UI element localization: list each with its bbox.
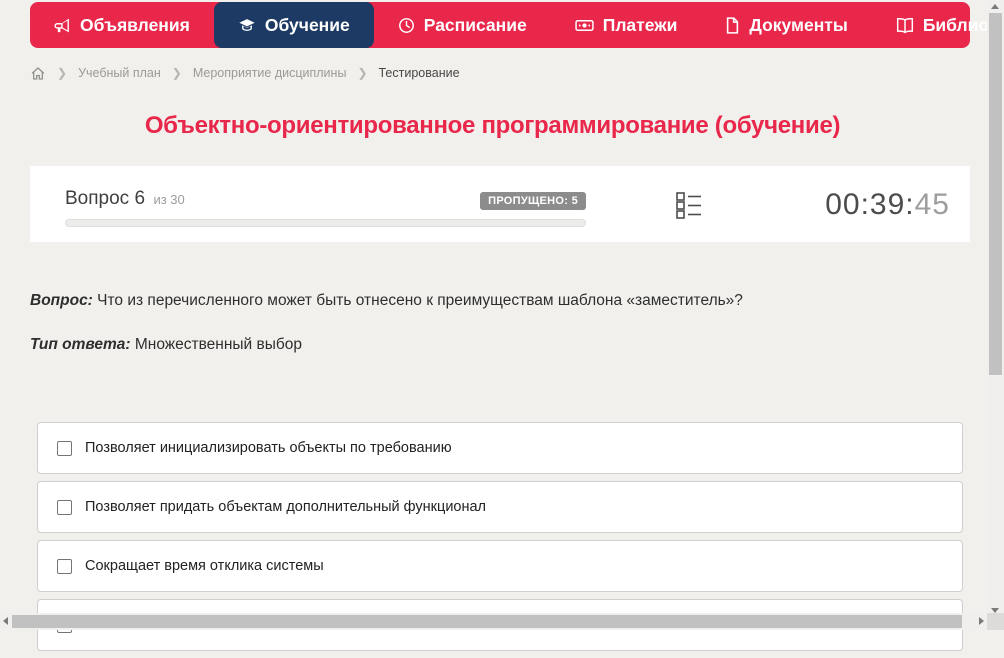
- scrollbar-corner: [987, 613, 1004, 630]
- question-list-icon: [676, 192, 701, 219]
- nav-item-payments[interactable]: Платежи: [551, 2, 702, 48]
- vertical-scrollbar[interactable]: [987, 0, 1004, 630]
- clock-icon: [398, 17, 415, 34]
- question-text: Что из перечисленного может быть отнесен…: [97, 292, 743, 309]
- timer: 00:39:45: [702, 188, 954, 222]
- breadcrumb-item-testing: Тестирование: [378, 66, 460, 80]
- document-icon: [725, 16, 740, 34]
- skipped-badge: ПРОПУЩЕНО: 5: [480, 192, 586, 210]
- timer-main: 00:39:: [825, 188, 915, 221]
- answer-checkbox[interactable]: [57, 440, 72, 456]
- breadcrumb-separator-icon: ❯: [357, 66, 368, 80]
- question-block: Вопрос: Что из перечисленного может быть…: [30, 292, 960, 310]
- breadcrumb: ❯ Учебный план ❯ Мероприятие дисциплины …: [30, 63, 460, 83]
- timer-seconds: 45: [914, 188, 950, 221]
- answer-type-value: Множественный выбор: [134, 336, 302, 353]
- answer-option-label: Позволяет придать объектам дополнительны…: [85, 499, 487, 515]
- question-prefix-label: Вопрос:: [30, 292, 93, 309]
- nav-item-label: Объявления: [80, 14, 190, 35]
- question-list-button[interactable]: [676, 190, 702, 225]
- answer-checkbox[interactable]: [57, 499, 72, 515]
- answer-option[interactable]: Сокращает время отклика системы: [37, 540, 963, 592]
- horizontal-scrollbar-thumb[interactable]: [12, 615, 962, 628]
- question-number-label: Вопрос 6: [65, 188, 146, 209]
- breadcrumb-item-discipline-event[interactable]: Мероприятие дисциплины: [193, 66, 347, 80]
- nav-item-label: Расписание: [423, 14, 527, 35]
- home-icon[interactable]: [30, 66, 46, 81]
- answer-option-label: Позволяет инициализировать объекты по тр…: [85, 440, 452, 456]
- nav-item-education[interactable]: Обучение: [213, 2, 374, 48]
- breadcrumb-separator-icon: ❯: [171, 66, 182, 80]
- scroll-left-arrow-icon[interactable]: [3, 617, 8, 625]
- scroll-right-arrow-icon[interactable]: [979, 617, 984, 625]
- question-total-label: из 30: [153, 192, 185, 207]
- page-title: Объектно-ориентированное программировани…: [144, 112, 841, 139]
- answer-type-block: Тип ответа: Множественный выбор: [30, 336, 960, 354]
- book-icon: [896, 17, 914, 34]
- breadcrumb-item-study-plan[interactable]: Учебный план: [78, 66, 161, 80]
- answer-type-label: Тип ответа:: [30, 336, 131, 353]
- main-nav: Объявления Обучение Расписание Платежи Д…: [30, 2, 1004, 48]
- nav-item-documents[interactable]: Документы: [701, 2, 871, 48]
- scroll-up-arrow-icon[interactable]: [991, 4, 999, 9]
- horizontal-scrollbar[interactable]: [0, 613, 987, 630]
- quiz-header-card: Вопрос 6 из 30 ПРОПУЩЕНО: 5 00:39:45: [30, 166, 970, 242]
- breadcrumb-separator-icon: ❯: [57, 66, 68, 80]
- question-number: Вопрос 6 из 30: [65, 188, 185, 210]
- nav-item-label: Платежи: [602, 14, 678, 35]
- payments-icon: [575, 17, 594, 34]
- nav-item-label: Документы: [749, 14, 848, 35]
- question-progress-bar: [65, 219, 586, 227]
- nav-item-label: Обучение: [264, 14, 350, 35]
- megaphone-icon: [54, 17, 71, 34]
- nav-item-announcements[interactable]: Объявления: [30, 2, 214, 48]
- answer-option-label: Сокращает время отклика системы: [85, 558, 324, 574]
- vertical-scrollbar-thumb[interactable]: [989, 13, 1002, 375]
- nav-item-schedule[interactable]: Расписание: [374, 2, 551, 48]
- question-progress-column: Вопрос 6 из 30 ПРОПУЩЕНО: 5: [65, 186, 586, 227]
- answer-checkbox[interactable]: [57, 558, 72, 574]
- graduation-cap-icon: [238, 17, 256, 34]
- answer-option[interactable]: Позволяет инициализировать объекты по тр…: [37, 422, 963, 474]
- answer-option[interactable]: Позволяет придать объектам дополнительны…: [37, 481, 963, 533]
- nav-item-library[interactable]: Библиотека: [872, 2, 1004, 48]
